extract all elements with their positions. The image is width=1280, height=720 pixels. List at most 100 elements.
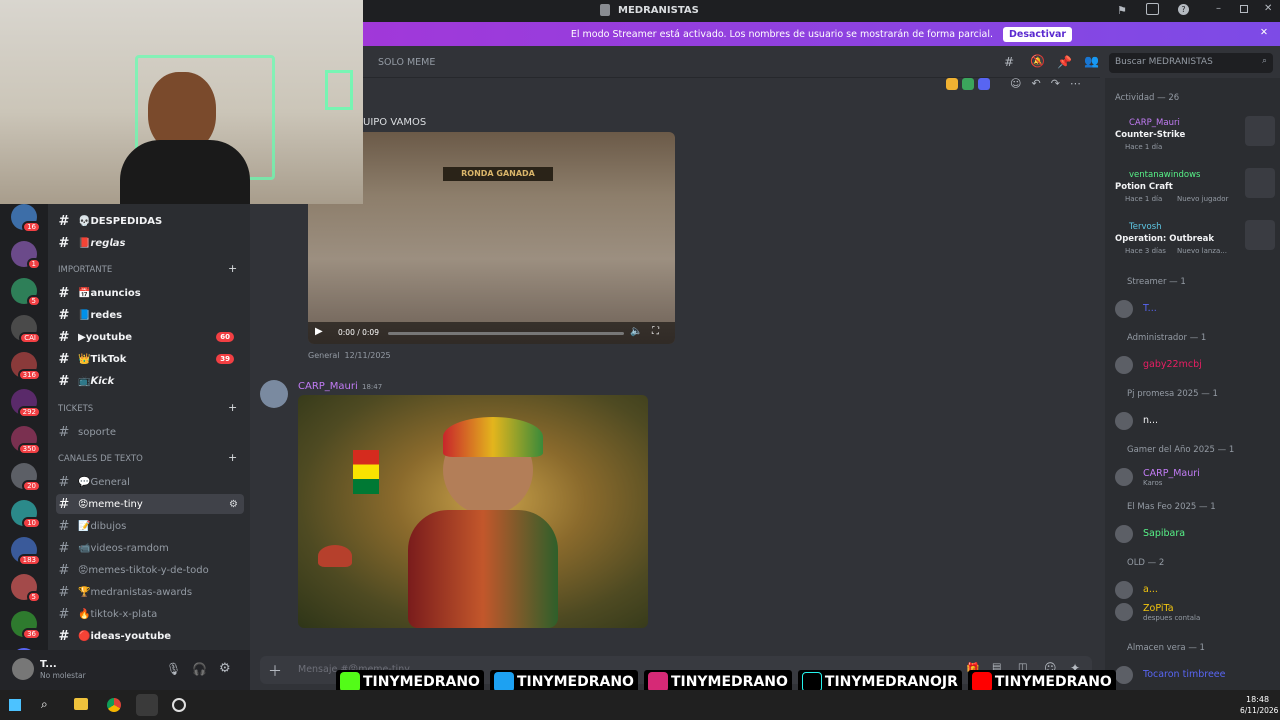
member-item[interactable]: CARP_Mauri Karos <box>1115 466 1275 488</box>
fullscreen-icon[interactable]: ⛶ <box>652 326 659 337</box>
member-item[interactable]: T... <box>1115 298 1275 320</box>
clock-time: 18:48 <box>1246 695 1270 704</box>
forward-icon[interactable]: ↷ <box>1051 77 1060 90</box>
add-channel-icon[interactable]: + <box>228 262 237 275</box>
footer-channel: General <box>308 351 340 360</box>
channel-item[interactable]: # 🏆medranistas-awards <box>56 582 244 602</box>
play-icon[interactable]: ▶ <box>315 326 323 337</box>
member-item[interactable]: n... <box>1115 410 1275 432</box>
hash-icon: # <box>58 606 70 622</box>
channel-category[interactable]: CANALES DE TEXTO <box>58 454 143 464</box>
settings-gear-icon[interactable]: ⚙ <box>219 661 231 676</box>
server-icon[interactable]: 20 <box>11 463 41 492</box>
file-explorer-icon[interactable] <box>74 698 88 710</box>
channel-category[interactable]: IMPORTANTE <box>58 265 112 275</box>
avatar <box>1115 300 1133 318</box>
member-list-icon[interactable]: 👥 <box>1084 54 1099 68</box>
search-input[interactable]: Buscar MEDRANISTAS ⌕ <box>1109 53 1273 73</box>
server-icon[interactable]: CAI <box>11 315 41 344</box>
reaction-u[interactable] <box>978 78 990 90</box>
microphone-icon[interactable]: 🎙 <box>166 662 181 676</box>
inbox-icon[interactable]: ⚑ <box>1117 4 1127 17</box>
forward-footer[interactable]: General 12/11/2025 <box>308 351 391 360</box>
channel-item[interactable]: # 📘redes <box>56 305 244 325</box>
channel-header: SOLO MEME # 🔕 📌 👥 <box>363 46 1100 78</box>
server-icon[interactable]: 350 <box>11 426 41 455</box>
threads-icon[interactable]: # <box>1004 55 1014 69</box>
server-icon[interactable]: 316 <box>11 352 41 381</box>
member-item[interactable]: Sapibara <box>1115 523 1275 545</box>
member-item[interactable]: Tocaron timbreee <box>1115 664 1275 686</box>
headphones-icon[interactable]: 🎧 <box>192 662 207 676</box>
add-channel-icon[interactable]: + <box>228 451 237 464</box>
channel-list: # 💀DESPEDIDAS # 📕𝙧𝙚𝙜𝙡𝙖𝙨 IMPORTANTE + # 📅anuncio… <box>48 200 250 690</box>
member-item[interactable]: ZoPiTa despues contala <box>1115 601 1275 623</box>
close-banner-icon[interactable]: ✕ <box>1260 27 1268 38</box>
channel-settings-icon[interactable]: ⚙ <box>229 499 238 510</box>
add-channel-icon[interactable]: + <box>228 401 237 414</box>
channel-item[interactable]: # 📝dibujos <box>56 516 244 536</box>
server-icon[interactable]: 16 <box>11 204 41 233</box>
webcam-overlay <box>0 0 363 204</box>
message-author[interactable]: CARP_Mauri <box>298 381 358 392</box>
channel-item[interactable]: # 📹videos-ramdom <box>56 538 244 558</box>
help-icon[interactable]: ? <box>1178 4 1189 15</box>
hash-icon: # <box>58 329 70 345</box>
server-icon[interactable]: 1 <box>11 241 41 270</box>
reaction-check[interactable] <box>962 78 974 90</box>
minimize-button[interactable]: – <box>1216 3 1221 14</box>
windows-start-icon[interactable] <box>9 699 21 711</box>
social-handle-text: TINYMEDRANO <box>363 674 480 690</box>
obs-icon[interactable] <box>172 698 186 712</box>
channel-label: 💀DESPEDIDAS <box>78 215 163 227</box>
avatar <box>1115 581 1133 599</box>
server-icon[interactable]: 183 <box>11 537 41 566</box>
avatar[interactable] <box>12 658 34 680</box>
more-options-icon[interactable]: ⋯ <box>1070 77 1081 90</box>
hash-icon: # <box>58 540 70 556</box>
volume-icon[interactable]: 🔈 <box>630 326 642 337</box>
add-reaction-icon[interactable]: ☺ <box>1010 77 1021 90</box>
screen-share-icon[interactable] <box>1146 3 1159 15</box>
chrome-icon[interactable] <box>107 698 121 712</box>
server-icon[interactable]: 10 <box>11 500 41 529</box>
member-group-header: Pj promesa 2025 — 1 <box>1127 389 1218 399</box>
server-icon[interactable]: 292 <box>11 389 41 418</box>
channel-item[interactable]: # 🔴ideas-youtube <box>56 626 244 646</box>
pin-icon[interactable]: 📌 <box>1057 55 1072 69</box>
video-attachment[interactable]: RONDA GANADA ▶ 0:00 / 0:09 🔈 ⛶ <box>308 132 675 344</box>
channel-item[interactable]: # 📺𝙆𝙞𝙘𝙠 <box>56 371 244 391</box>
member-item[interactable]: gaby22mcbj <box>1115 354 1275 376</box>
channel-item[interactable]: # ▶youtube 60 <box>56 327 244 347</box>
image-attachment[interactable] <box>298 395 648 628</box>
channel-item[interactable]: # 🔥tiktok-x-plata <box>56 604 244 624</box>
channel-item[interactable]: # 📕𝙧𝙚𝙜𝙡𝙖𝙨 <box>56 233 244 253</box>
activity-card[interactable]: Tervosh Operation: Outbreak Hace 3 días Nue… <box>1115 220 1275 264</box>
member-item[interactable]: a... <box>1115 579 1275 601</box>
search-icon[interactable]: ⌕ <box>41 697 48 712</box>
mute-icon[interactable]: 🔕 <box>1030 54 1045 68</box>
activity-card[interactable]: CARP_Mauri Counter-Strike Hace 1 día <box>1115 116 1275 160</box>
reaction-emoji[interactable] <box>946 78 958 90</box>
channel-item[interactable]: # 📅anuncios <box>56 283 244 303</box>
channel-item[interactable]: # 💀DESPEDIDAS <box>56 211 244 231</box>
server-icon[interactable]: 5 <box>11 278 41 307</box>
channel-item[interactable]: # 💬General <box>56 472 244 492</box>
channel-item[interactable]: # 👑TikTok 39 <box>56 349 244 369</box>
maximize-button[interactable] <box>1240 5 1248 13</box>
video-progress-bar[interactable] <box>388 332 624 335</box>
reply-icon[interactable]: ↶ <box>1031 77 1040 90</box>
activity-card[interactable]: ventanawindows Potion Craft Hace 1 día Nuev… <box>1115 168 1275 212</box>
discord-taskbar-icon[interactable] <box>136 694 158 716</box>
channel-label: 📕𝙧𝙚𝙜𝙡𝙖𝙨 <box>78 237 126 249</box>
disable-streamer-button[interactable]: Desactivar <box>1003 26 1073 42</box>
channel-item[interactable]: # 😡meme-tiny ⚙ <box>56 494 244 514</box>
avatar[interactable] <box>260 380 288 408</box>
add-attachment-icon[interactable]: ＋ <box>268 661 282 681</box>
channel-category[interactable]: Tickets <box>58 404 93 414</box>
server-icon[interactable]: 5 <box>11 574 41 603</box>
server-icon[interactable]: 36 <box>11 611 41 640</box>
channel-item[interactable]: # 😡memes-tiktok-y-de-todo <box>56 560 244 580</box>
close-button[interactable]: ✕ <box>1264 3 1272 14</box>
channel-item[interactable]: # soporte <box>56 422 244 442</box>
